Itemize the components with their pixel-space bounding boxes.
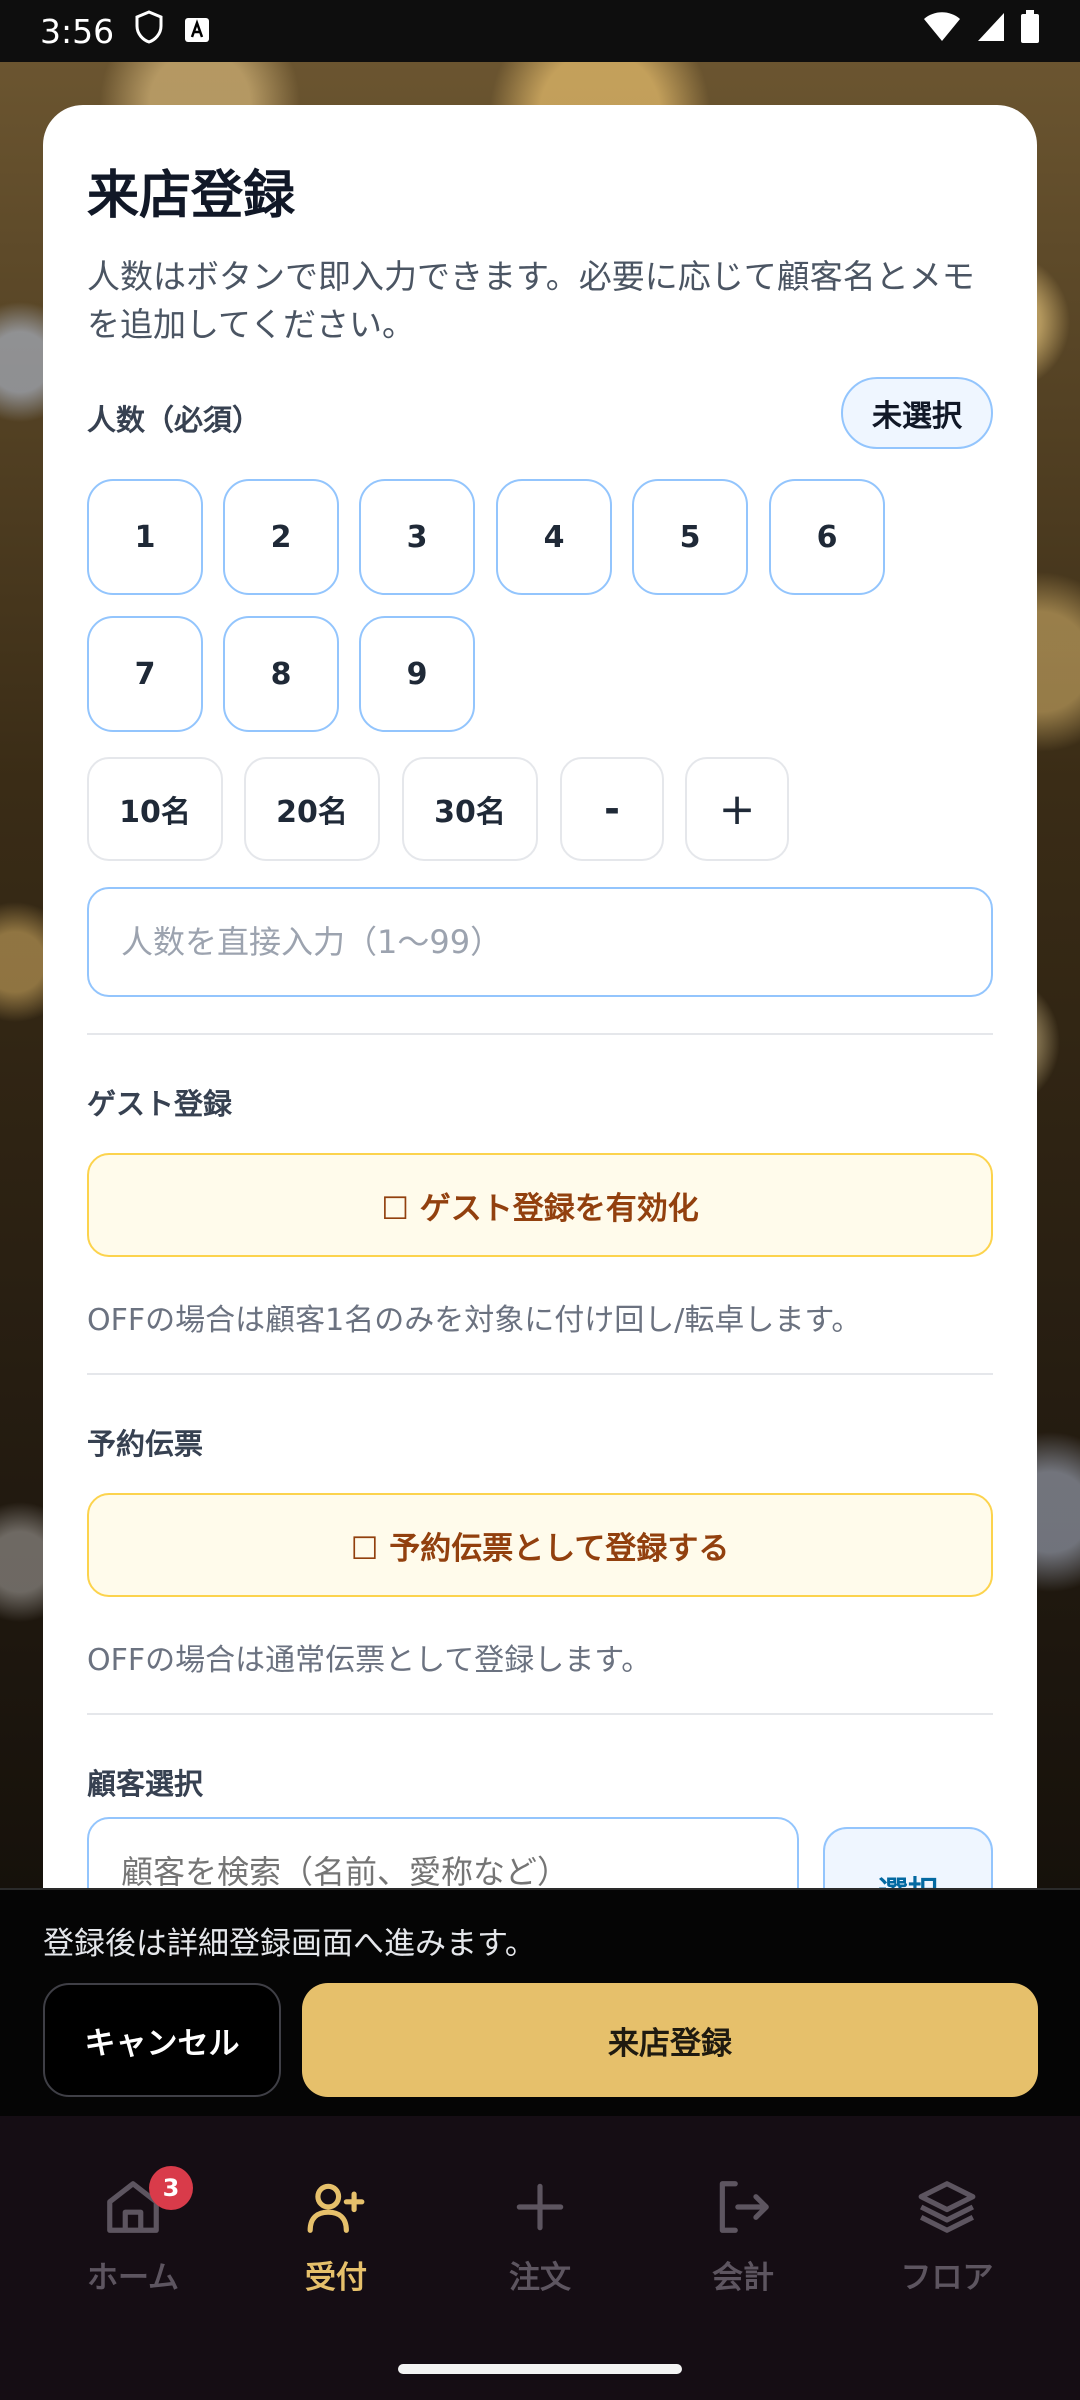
plus-icon [509, 2176, 571, 2242]
nav-label-reception: 受付 [305, 2260, 367, 2296]
quick-10-button[interactable]: 10名 [87, 757, 223, 861]
divider [87, 1373, 993, 1375]
count-button-5[interactable]: 5 [632, 479, 748, 595]
nav-item-order[interactable]: 注文 [440, 2176, 640, 2316]
count-button-3[interactable]: 3 [359, 479, 475, 595]
notification-badge: 3 [149, 2166, 193, 2210]
count-button-7[interactable]: 7 [87, 616, 203, 732]
reservation-toggle-button[interactable]: ☐ 予約伝票として登録する [87, 1493, 993, 1597]
people-count-label: 人数（必須） [87, 403, 262, 437]
nav-item-home[interactable]: 3 ホーム [33, 2166, 233, 2316]
decrement-button[interactable]: - [560, 757, 664, 861]
count-button-4[interactable]: 4 [496, 479, 612, 595]
nav-item-reception[interactable]: 受付 [236, 2176, 436, 2316]
count-button-2[interactable]: 2 [223, 479, 339, 595]
customer-section-label: 顧客選択 [87, 1767, 204, 1801]
bottom-nav: 3 ホーム 受付 注文 会計 フロア [0, 2116, 1080, 2400]
quick-30-button[interactable]: 30名 [402, 757, 538, 861]
nav-label-checkout: 会計 [712, 2260, 774, 2296]
user-plus-icon [305, 2176, 367, 2242]
count-button-8[interactable]: 8 [223, 616, 339, 732]
selection-status-badge: 未選択 [841, 377, 993, 449]
status-bar: 3:56 [0, 0, 1080, 62]
divider [87, 1713, 993, 1715]
count-button-1[interactable]: 1 [87, 479, 203, 595]
battery-icon [1020, 10, 1040, 52]
nav-label-floor: フロア [900, 2260, 994, 2296]
people-count-input[interactable] [87, 887, 993, 997]
status-time: 3:56 [40, 11, 115, 51]
quick-20-button[interactable]: 20名 [244, 757, 380, 861]
count-button-9[interactable]: 9 [359, 616, 475, 732]
reservation-note: OFFの場合は通常伝票として登録します。 [87, 1643, 652, 1678]
customer-select-button[interactable]: 選択 [823, 1827, 993, 1888]
guest-note: OFFの場合は顧客1名のみを対象に付け回し/転卓します。 [87, 1303, 862, 1338]
cancel-button[interactable]: キャンセル [43, 1983, 281, 2097]
action-panel: 登録後は詳細登録画面へ進みます。 キャンセル 来店登録 [0, 1888, 1080, 2116]
page-title: 来店登録 [87, 166, 296, 226]
visit-registration-card: 来店登録 人数はボタンで即入力できます。必要に応じて顧客名とメモを追加してくださ… [43, 105, 1037, 1888]
reservation-section-label: 予約伝票 [87, 1427, 204, 1461]
home-indicator [398, 2364, 682, 2374]
increment-button[interactable]: + [685, 757, 789, 861]
nav-label-home: ホーム [86, 2260, 180, 2296]
guest-section-label: ゲスト登録 [87, 1087, 233, 1121]
logout-icon [712, 2176, 774, 2242]
customer-search-input[interactable] [87, 1817, 799, 1888]
guest-toggle-button[interactable]: ☐ ゲスト登録を有効化 [87, 1153, 993, 1257]
signal-icon [976, 11, 1006, 51]
font-icon [184, 12, 210, 51]
wifi-icon [922, 11, 962, 51]
nav-item-checkout[interactable]: 会計 [643, 2176, 843, 2316]
description-text: 人数はボタンで即入力できます。必要に応じて顧客名とメモを追加してください。 [87, 257, 975, 344]
layers-icon [916, 2176, 978, 2242]
shield-icon [134, 10, 164, 52]
nav-label-order: 注文 [509, 2260, 571, 2296]
divider [87, 1033, 993, 1035]
nav-item-floor[interactable]: フロア [847, 2176, 1047, 2316]
submit-visit-button[interactable]: 来店登録 [302, 1983, 1038, 2097]
action-note: 登録後は詳細登録画面へ進みます。 [43, 1926, 536, 1962]
count-button-6[interactable]: 6 [769, 479, 885, 595]
